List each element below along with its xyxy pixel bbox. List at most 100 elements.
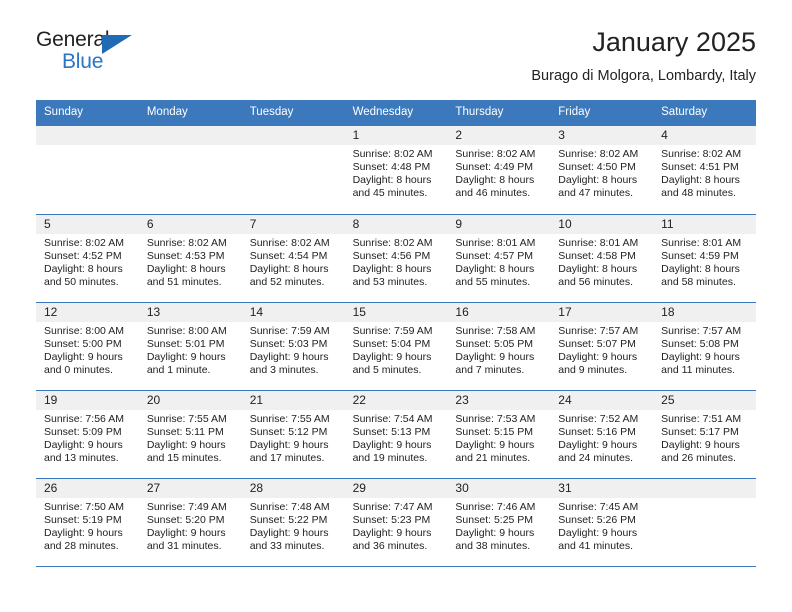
day-cell-29[interactable]: 29 Sunrise: 7:47 AM Sunset: 5:23 PM Dayligh… bbox=[344, 478, 448, 566]
day-number-band: 13 bbox=[138, 302, 242, 322]
sunset-text: Sunset: 4:48 PM bbox=[352, 160, 431, 173]
daylight-text-line2: and 19 minutes. bbox=[352, 452, 428, 465]
day-cell-empty bbox=[36, 125, 139, 214]
sunrise-text: Sunrise: 7:55 AM bbox=[249, 412, 330, 425]
day-cell-1[interactable]: 1 Sunrise: 8:02 AM Sunset: 4:48 PM Daylight… bbox=[344, 125, 448, 214]
day-cell-18[interactable]: 18 Sunrise: 7:57 AM Sunset: 5:08 PM Dayligh… bbox=[653, 302, 756, 390]
day-cell-17[interactable]: 17 Sunrise: 7:57 AM Sunset: 5:07 PM Dayligh… bbox=[550, 302, 654, 390]
day-cell-6[interactable]: 6 Sunrise: 8:02 AM Sunset: 4:53 PM Daylight… bbox=[138, 214, 242, 302]
day-cell-26[interactable]: 26 Sunrise: 7:50 AM Sunset: 5:19 PM Dayligh… bbox=[36, 478, 139, 566]
daylight-text-line2: and 7 minutes. bbox=[455, 364, 525, 377]
daylight-text-line1: Daylight: 9 hours bbox=[661, 351, 740, 364]
day-number: 28 bbox=[249, 481, 264, 496]
daylight-text-line2: and 53 minutes. bbox=[352, 276, 428, 289]
day-cell-23[interactable]: 23 Sunrise: 7:53 AM Sunset: 5:15 PM Dayligh… bbox=[447, 390, 551, 478]
daylight-text-line2: and 58 minutes. bbox=[661, 276, 736, 289]
day-sun-info: Sunrise: 8:02 AM Sunset: 4:48 PM Daylight:… bbox=[345, 145, 448, 201]
daylight-text-line1: Daylight: 8 hours bbox=[558, 263, 638, 276]
daylight-text-line2: and 56 minutes. bbox=[558, 276, 633, 289]
sunset-text: Sunset: 5:12 PM bbox=[249, 425, 328, 438]
day-number-band: 14 bbox=[241, 302, 345, 322]
day-sun-info bbox=[653, 498, 756, 501]
day-sun-info: Sunrise: 7:59 AM Sunset: 5:04 PM Daylight:… bbox=[345, 322, 448, 378]
day-cell-24[interactable]: 24 Sunrise: 7:52 AM Sunset: 5:16 PM Dayligh… bbox=[550, 390, 654, 478]
day-number: 17 bbox=[558, 305, 572, 320]
daylight-text-line2: and 28 minutes. bbox=[44, 540, 119, 553]
day-cell-7[interactable]: 7 Sunrise: 8:02 AM Sunset: 4:54 PM Daylight… bbox=[241, 214, 345, 302]
day-number: 20 bbox=[146, 393, 161, 408]
day-cell-22[interactable]: 22 Sunrise: 7:54 AM Sunset: 5:13 PM Dayligh… bbox=[344, 390, 448, 478]
day-cell-5[interactable]: 5 Sunrise: 8:02 AM Sunset: 4:52 PM Daylight… bbox=[36, 214, 139, 302]
sunrise-text: Sunrise: 8:02 AM bbox=[455, 147, 536, 160]
day-cell-31[interactable]: 31 Sunrise: 7:45 AM Sunset: 5:26 PM Dayligh… bbox=[550, 478, 654, 566]
daylight-text-line2: and 31 minutes. bbox=[146, 540, 222, 553]
sunset-text: Sunset: 5:03 PM bbox=[249, 337, 328, 350]
day-number: 10 bbox=[558, 217, 572, 232]
day-number: 23 bbox=[455, 393, 469, 408]
sunrise-text: Sunrise: 7:46 AM bbox=[455, 500, 536, 513]
daylight-text-line1: Daylight: 9 hours bbox=[558, 439, 638, 452]
sunset-text: Sunset: 5:09 PM bbox=[44, 425, 122, 438]
calendar-week-row: 5 Sunrise: 8:02 AM Sunset: 4:52 PM Daylight… bbox=[36, 213, 756, 302]
day-cell-21[interactable]: 21 Sunrise: 7:55 AM Sunset: 5:12 PM Dayligh… bbox=[241, 390, 345, 478]
day-number-band: 21 bbox=[241, 390, 345, 410]
weekday-header-monday: Monday bbox=[146, 106, 188, 118]
day-number: 12 bbox=[44, 305, 58, 320]
day-cell-25[interactable]: 25 Sunrise: 7:51 AM Sunset: 5:17 PM Dayligh… bbox=[653, 390, 756, 478]
sunrise-text: Sunrise: 8:02 AM bbox=[249, 236, 330, 249]
daylight-text-line1: Daylight: 9 hours bbox=[44, 527, 123, 540]
sunset-text: Sunset: 5:13 PM bbox=[352, 425, 431, 438]
daylight-text-line1: Daylight: 9 hours bbox=[249, 351, 329, 364]
sunset-text: Sunset: 5:20 PM bbox=[146, 513, 225, 526]
day-cell-11[interactable]: 11 Sunrise: 8:01 AM Sunset: 4:59 PM Dayligh… bbox=[653, 214, 756, 302]
daylight-text-line2: and 50 minutes. bbox=[44, 276, 119, 289]
day-cell-3[interactable]: 3 Sunrise: 8:02 AM Sunset: 4:50 PM Daylight… bbox=[550, 125, 654, 214]
day-cell-14[interactable]: 14 Sunrise: 7:59 AM Sunset: 5:03 PM Dayligh… bbox=[241, 302, 345, 390]
day-cell-30[interactable]: 30 Sunrise: 7:46 AM Sunset: 5:25 PM Dayligh… bbox=[447, 478, 551, 566]
daylight-text-line2: and 38 minutes. bbox=[455, 540, 531, 553]
day-cell-9[interactable]: 9 Sunrise: 8:01 AM Sunset: 4:57 PM Daylight… bbox=[447, 214, 551, 302]
day-number-band: 23 bbox=[447, 390, 551, 410]
day-cell-4[interactable]: 4 Sunrise: 8:02 AM Sunset: 4:51 PM Daylight… bbox=[653, 125, 756, 214]
daylight-text-line1: Daylight: 9 hours bbox=[146, 527, 226, 540]
daylight-text-line1: Daylight: 8 hours bbox=[352, 174, 432, 187]
day-cell-12[interactable]: 12 Sunrise: 8:00 AM Sunset: 5:00 PM Dayligh… bbox=[36, 302, 139, 390]
day-number: 26 bbox=[44, 481, 58, 496]
day-cell-19[interactable]: 19 Sunrise: 7:56 AM Sunset: 5:09 PM Dayligh… bbox=[36, 390, 139, 478]
day-sun-info: Sunrise: 8:02 AM Sunset: 4:51 PM Daylight:… bbox=[653, 145, 756, 201]
daylight-text-line2: and 11 minutes. bbox=[661, 364, 736, 377]
daylight-text-line2: and 24 minutes. bbox=[558, 452, 633, 465]
day-cell-27[interactable]: 27 Sunrise: 7:49 AM Sunset: 5:20 PM Dayligh… bbox=[138, 478, 242, 566]
sunrise-text: Sunrise: 7:59 AM bbox=[352, 324, 433, 337]
daylight-text-line2: and 21 minutes. bbox=[455, 452, 531, 465]
day-cell-15[interactable]: 15 Sunrise: 7:59 AM Sunset: 5:04 PM Dayligh… bbox=[344, 302, 448, 390]
daylight-text-line1: Daylight: 9 hours bbox=[352, 439, 432, 452]
sunrise-text: Sunrise: 7:57 AM bbox=[661, 324, 742, 337]
daylight-text-line2: and 55 minutes. bbox=[455, 276, 531, 289]
day-cell-20[interactable]: 20 Sunrise: 7:55 AM Sunset: 5:11 PM Dayligh… bbox=[138, 390, 242, 478]
day-cell-28[interactable]: 28 Sunrise: 7:48 AM Sunset: 5:22 PM Dayligh… bbox=[241, 478, 345, 566]
day-cell-13[interactable]: 13 Sunrise: 8:00 AM Sunset: 5:01 PM Dayligh… bbox=[138, 302, 242, 390]
day-cell-empty bbox=[241, 125, 345, 214]
day-number: 8 bbox=[352, 217, 360, 232]
sunset-text: Sunset: 5:07 PM bbox=[558, 337, 636, 350]
sunset-text: Sunset: 4:59 PM bbox=[661, 249, 739, 262]
daylight-text-line1: Daylight: 8 hours bbox=[44, 263, 123, 276]
day-sun-info: Sunrise: 7:57 AM Sunset: 5:07 PM Daylight:… bbox=[550, 322, 653, 378]
daylight-text-line2: and 13 minutes. bbox=[44, 452, 119, 465]
day-cell-2[interactable]: 2 Sunrise: 8:02 AM Sunset: 4:49 PM Daylight… bbox=[447, 125, 551, 214]
day-sun-info: Sunrise: 7:55 AM Sunset: 5:11 PM Daylight:… bbox=[139, 410, 242, 466]
daylight-text-line1: Daylight: 9 hours bbox=[146, 439, 226, 452]
daylight-text-line2: and 17 minutes. bbox=[249, 452, 325, 465]
day-number: 30 bbox=[455, 481, 469, 496]
daylight-text-line1: Daylight: 9 hours bbox=[455, 351, 535, 364]
sunrise-text: Sunrise: 7:56 AM bbox=[44, 412, 124, 425]
daylight-text-line2: and 52 minutes. bbox=[249, 276, 325, 289]
day-cell-16[interactable]: 16 Sunrise: 7:58 AM Sunset: 5:05 PM Dayligh… bbox=[447, 302, 551, 390]
day-number-band: 30 bbox=[447, 478, 551, 498]
logo-text-general: General bbox=[36, 28, 110, 51]
day-cell-10[interactable]: 10 Sunrise: 8:01 AM Sunset: 4:58 PM Dayligh… bbox=[550, 214, 654, 302]
daylight-text-line1: Daylight: 8 hours bbox=[146, 263, 226, 276]
day-cell-8[interactable]: 8 Sunrise: 8:02 AM Sunset: 4:56 PM Daylight… bbox=[344, 214, 448, 302]
page-title: January 2025 bbox=[592, 27, 756, 57]
